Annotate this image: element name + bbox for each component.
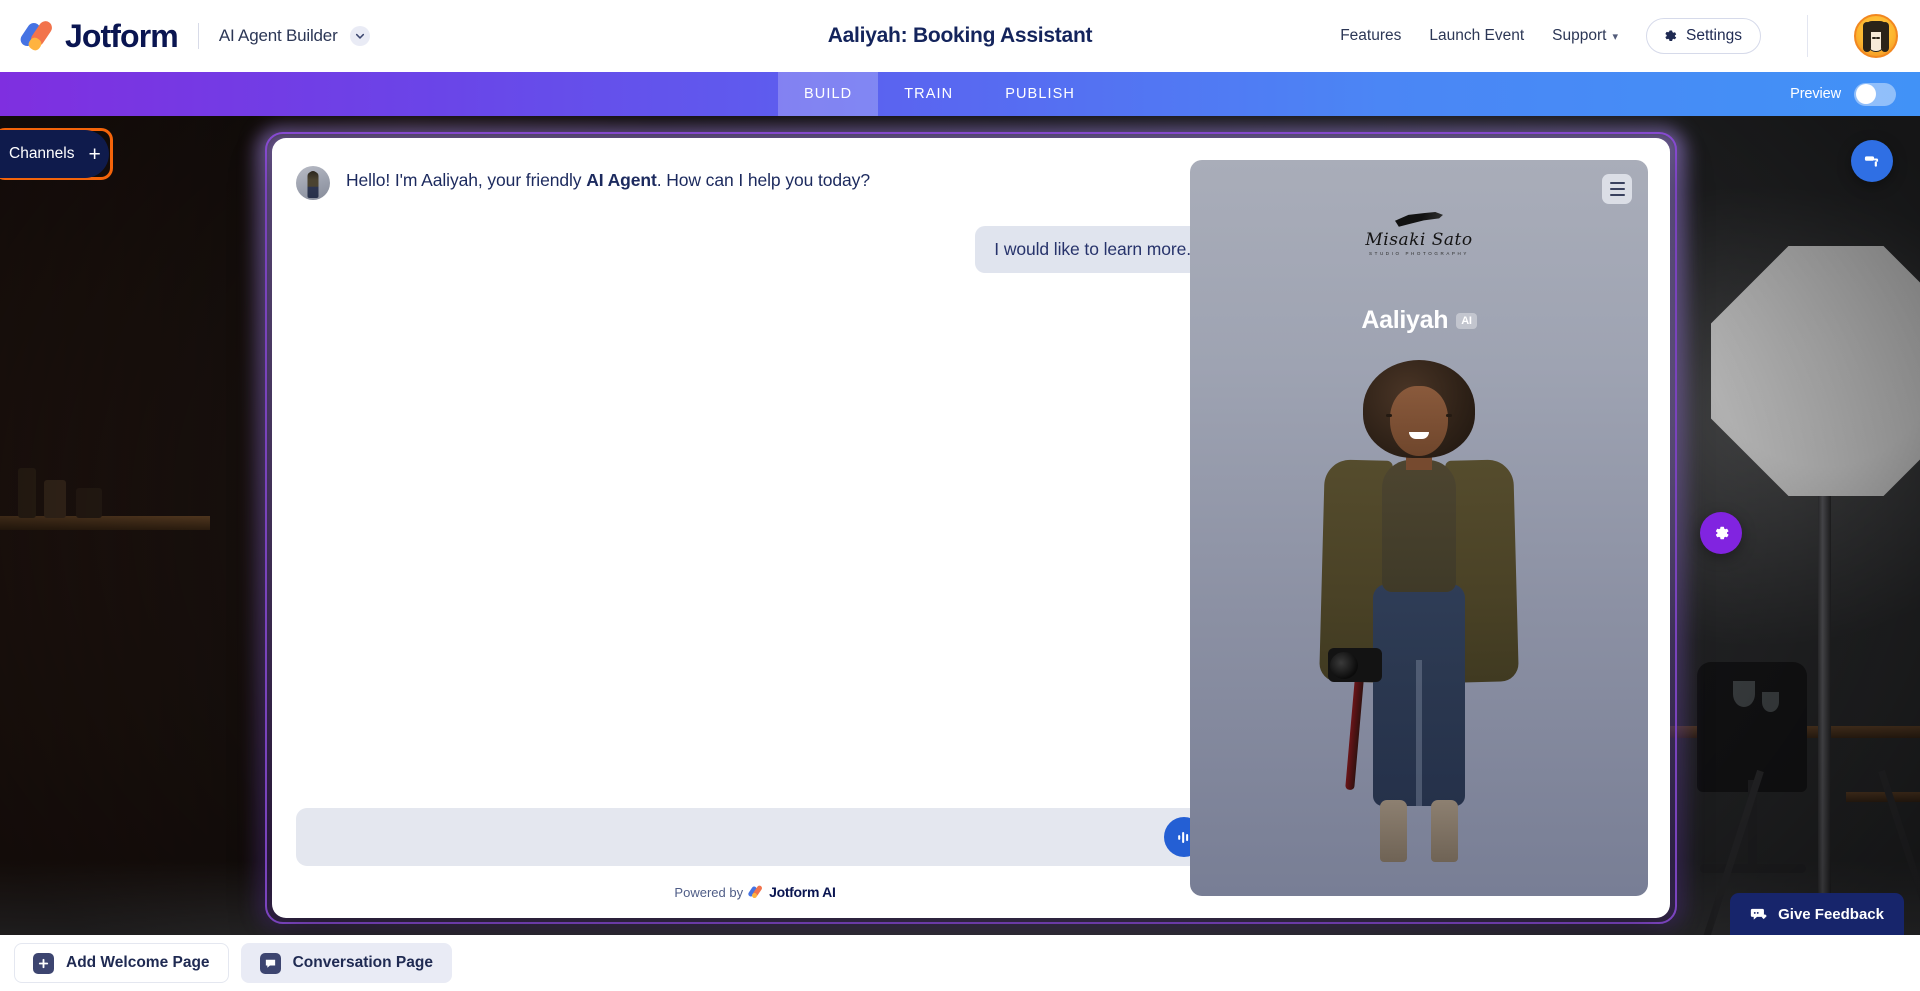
message-input[interactable] — [296, 808, 1214, 866]
feedback-icon — [1750, 908, 1767, 920]
conversation-page-label: Conversation Page — [292, 954, 433, 971]
agent-settings-button[interactable] — [1700, 512, 1742, 554]
message-list: Hello! I'm Aaliyah, your friendly AI Age… — [272, 138, 1238, 808]
status-badge: AI — [1456, 313, 1477, 330]
add-welcome-page-button[interactable]: Add Welcome Page — [14, 943, 229, 983]
chat-column: Hello! I'm Aaliyah, your friendly AI Age… — [272, 138, 1238, 918]
product-label: AI Agent Builder — [218, 25, 338, 45]
agent-message-after: . How can I help you today? — [656, 170, 870, 190]
gear-icon — [1715, 526, 1729, 540]
user-message: I would like to learn more. — [975, 226, 1210, 273]
agent-name: Aaliyah AI — [1190, 306, 1648, 335]
chevron-down-icon: ▾ — [1612, 30, 1618, 43]
agent-name-text: Aaliyah — [1361, 306, 1449, 334]
paint-roller-icon — [1864, 156, 1879, 167]
header-divider — [197, 23, 199, 49]
tab-build[interactable]: BUILD — [778, 72, 879, 116]
chat-bubble-icon — [259, 952, 281, 974]
gear-icon — [1665, 30, 1677, 42]
studio-logo-name: Misaki Sato — [1365, 230, 1473, 250]
composer-wrap — [272, 808, 1238, 866]
brand-zone: Jotform AI Agent Builder — [0, 18, 370, 55]
preview-label: Preview — [1790, 86, 1841, 102]
nav-link-features[interactable]: Features — [1340, 27, 1401, 45]
studio-logo: Misaki Sato STUDIO PHOTOGRAPHY — [1190, 212, 1648, 256]
avatar[interactable] — [1854, 14, 1898, 58]
plus-icon[interactable]: + — [89, 144, 101, 165]
agent-message-bold: AI Agent — [586, 170, 657, 190]
preview-toggle[interactable] — [1854, 82, 1896, 106]
nav-link-support[interactable]: Support ▾ — [1552, 27, 1618, 45]
bottom-toolbar: Add Welcome Page Conversation Page — [0, 935, 1920, 991]
agent-canvas: Hello! I'm Aaliyah, your friendly AI Age… — [0, 116, 1920, 991]
top-header: Jotform AI Agent Builder Features Launch… — [0, 0, 1920, 72]
channels-button[interactable]: Channels + — [0, 130, 109, 178]
jotform-logo-icon[interactable] — [18, 18, 56, 53]
give-feedback-button[interactable]: Give Feedback — [1730, 893, 1904, 935]
studio-logo-mark — [1395, 212, 1443, 227]
give-feedback-label: Give Feedback — [1778, 905, 1884, 923]
tab-publish[interactable]: PUBLISH — [979, 72, 1101, 116]
app-root: Jotform AI Agent Builder Features Launch… — [0, 0, 1920, 991]
nav-link-launch-event[interactable]: Launch Event — [1429, 27, 1524, 45]
builder-tabs: BUILD TRAIN PUBLISH — [778, 72, 1101, 116]
agent-portrait — [1304, 360, 1534, 890]
chevron-down-icon[interactable] — [349, 26, 370, 47]
page-title-text: Aaliyah: Booking Assistant — [827, 24, 1093, 47]
tab-train[interactable]: TRAIN — [878, 72, 979, 116]
product-switcher[interactable]: AI Agent Builder — [219, 26, 370, 47]
hamburger-menu-icon[interactable] — [1602, 174, 1632, 204]
powered-by-label: Powered by — [674, 884, 744, 900]
agent-message-text: Hello! I'm Aaliyah, your friendly AI Age… — [346, 162, 870, 193]
header-right-zone: Features Launch Event Support ▾ Settings — [1340, 14, 1920, 58]
powered-by: Powered by Jotform AI — [272, 866, 1238, 918]
add-welcome-page-label: Add Welcome Page — [66, 954, 210, 971]
nav-link-support-label: Support — [1552, 27, 1607, 44]
preview-zone: Preview — [1790, 72, 1920, 116]
channels-label: Channels — [9, 145, 75, 162]
plus-square-icon — [33, 952, 54, 974]
powered-by-brand: Jotform AI — [769, 884, 836, 900]
settings-label: Settings — [1685, 27, 1742, 44]
avatar-separator — [1807, 15, 1808, 57]
brand-name[interactable]: Jotform — [65, 18, 179, 55]
user-message-row: I would like to learn more. — [296, 226, 1210, 273]
agent-avatar — [296, 166, 330, 200]
toggle-knob — [1855, 84, 1876, 104]
chat-widget: Hello! I'm Aaliyah, your friendly AI Age… — [272, 138, 1670, 918]
builder-navbar: BUILD TRAIN PUBLISH Preview — [0, 72, 1920, 116]
jotform-logo-icon — [747, 884, 764, 899]
agent-message: Hello! I'm Aaliyah, your friendly AI Age… — [296, 162, 1210, 200]
theme-button[interactable] — [1851, 140, 1893, 182]
agent-hero-card: Misaki Sato STUDIO PHOTOGRAPHY Aaliyah AI — [1190, 160, 1648, 896]
agent-message-before: Hello! I'm Aaliyah, your friendly — [346, 170, 587, 190]
studio-logo-subtitle: STUDIO PHOTOGRAPHY — [1369, 251, 1469, 256]
conversation-page-button[interactable]: Conversation Page — [240, 943, 452, 983]
settings-button[interactable]: Settings — [1645, 18, 1761, 54]
